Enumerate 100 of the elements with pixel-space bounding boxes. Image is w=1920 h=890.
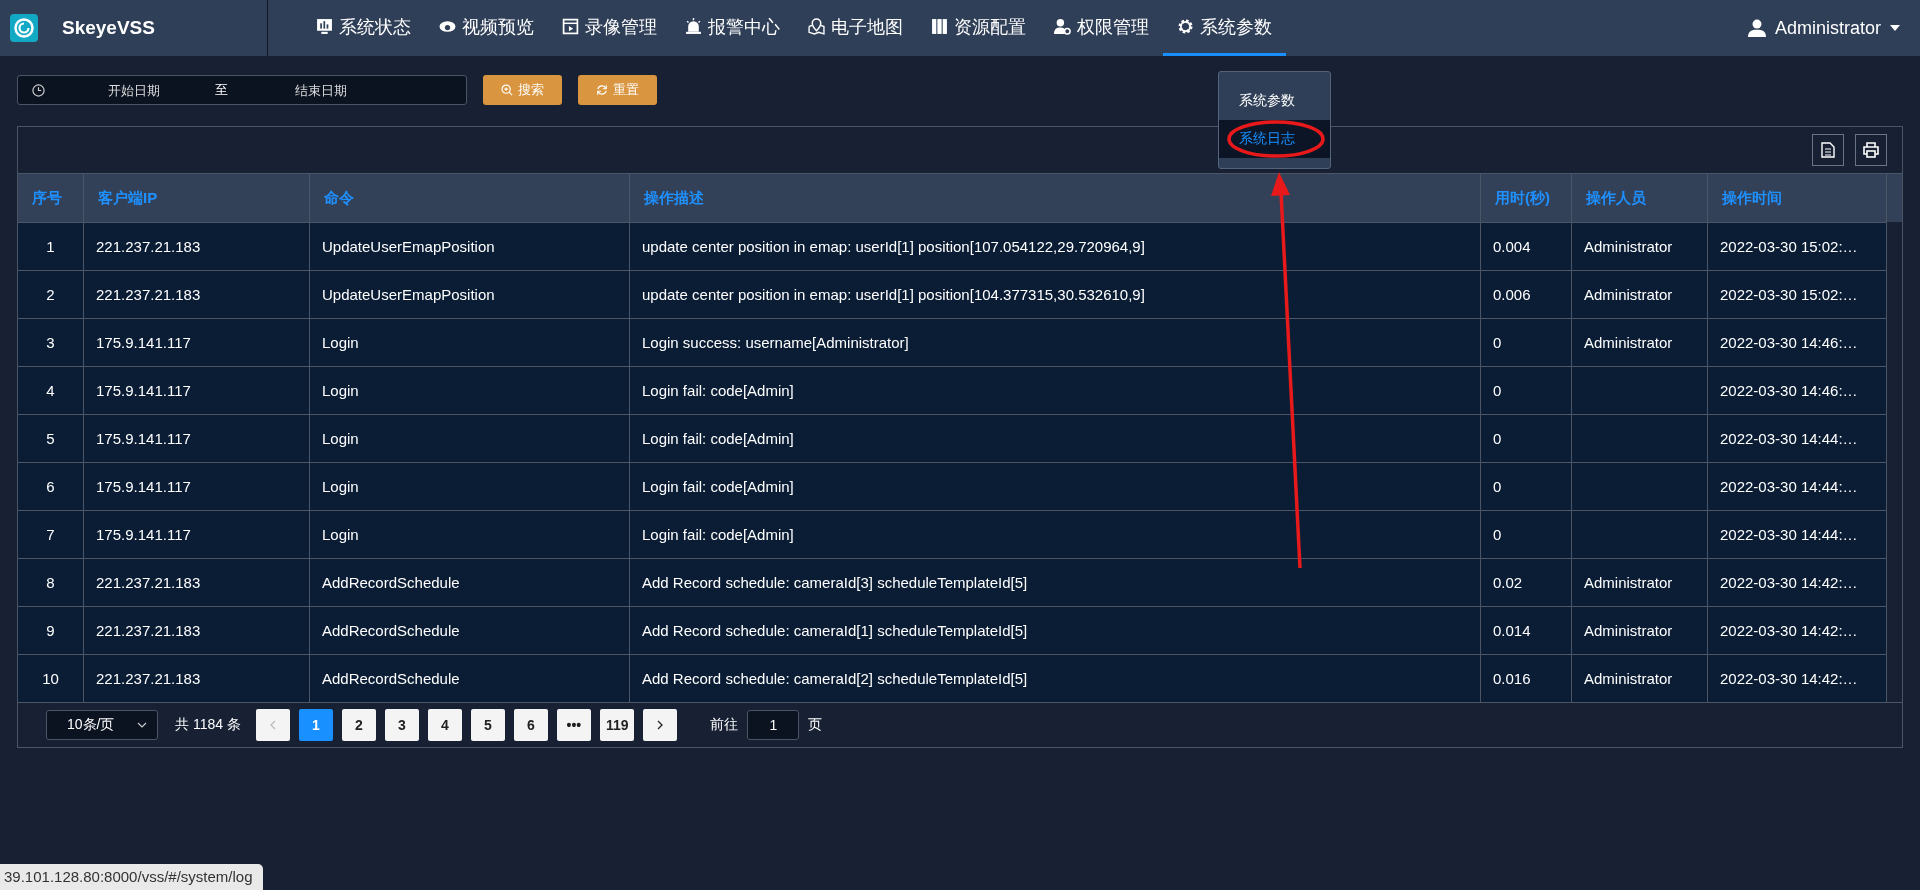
table-cell: 221.237.21.183 <box>96 238 201 255</box>
end-date-input[interactable]: 结束日期 <box>244 81 398 99</box>
page-button[interactable]: 2 <box>341 709 376 741</box>
page-button[interactable]: 6 <box>513 709 548 741</box>
table-cell: 0.006 <box>1493 286 1531 303</box>
table-cell: 5 <box>46 430 55 447</box>
page-size-select[interactable]: 10条/页 <box>46 710 158 740</box>
table-cell: Administrator <box>1584 574 1673 591</box>
nav-tab[interactable]: 系统参数 <box>1163 0 1286 56</box>
monitor-icon <box>316 18 333 35</box>
table-cell: Login <box>322 478 359 495</box>
table-cell: 3 <box>46 334 55 351</box>
table-cell: 175.9.141.117 <box>96 382 191 399</box>
table-cell: Add Record schedule: cameraId[2] scheduleTemplateId[5] <box>642 670 1028 687</box>
search-icon <box>501 84 513 96</box>
table-cell: 2022-03-30 14:44:… <box>1720 526 1858 543</box>
user-menu[interactable]: Administrator <box>1747 0 1920 56</box>
chevron-right-icon <box>657 720 664 730</box>
film-icon <box>562 18 579 35</box>
nav-tab[interactable]: 电子地图 <box>794 0 917 56</box>
table-cell: Administrator <box>1584 670 1673 687</box>
table-cell: 0 <box>1493 478 1502 495</box>
next-page-button[interactable] <box>643 709 678 741</box>
table-cell: 175.9.141.117 <box>96 526 191 543</box>
table-cell: 4 <box>46 382 55 399</box>
table-cell: Login fail: code[Admin] <box>642 526 794 543</box>
table-cell: 2022-03-30 15:02:… <box>1720 238 1858 255</box>
table-cell: UpdateUserEmapPosition <box>322 238 495 255</box>
page-button[interactable]: ••• <box>556 709 591 741</box>
table-cell: 221.237.21.183 <box>96 670 201 687</box>
page-button[interactable]: 4 <box>427 709 462 741</box>
chevron-left-icon <box>269 720 276 730</box>
table-cell: 0.014 <box>1493 622 1531 639</box>
total-count: 共 1184 条 <box>175 716 241 734</box>
page-button[interactable]: 5 <box>470 709 505 741</box>
table-cell: 221.237.21.183 <box>96 286 201 303</box>
table-cell: UpdateUserEmapPosition <box>322 286 495 303</box>
table-cell: 2022-03-30 15:02:… <box>1720 286 1858 303</box>
goto-label: 前往 <box>710 716 739 734</box>
caret-icon <box>1890 25 1900 31</box>
table-cell: 175.9.141.117 <box>96 334 191 351</box>
goto-suffix: 页 <box>808 716 823 734</box>
user-icon <box>1747 19 1766 37</box>
table-cell: Login <box>322 334 359 351</box>
range-separator: 至 <box>215 81 228 99</box>
date-range-field[interactable]: 开始日期 至 结束日期 <box>17 75 467 105</box>
binder-icon <box>931 18 948 35</box>
dropdown-item[interactable]: 系统参数 <box>1219 82 1330 120</box>
table-cell: update center position in emap: userId[1] position[107.054122,29.720964,9] <box>642 238 1145 255</box>
app-name: SkeyeVSS <box>62 17 155 39</box>
table-cell: update center position in emap: userId[1] position[104.377315,30.532610,9] <box>642 286 1145 303</box>
table-cell: 2022-03-30 14:42:… <box>1720 574 1858 591</box>
logo-icon <box>10 14 38 42</box>
table-cell: Administrator <box>1584 238 1673 255</box>
table-cell: AddRecordSchedule <box>322 622 460 639</box>
table-cell: Administrator <box>1584 286 1673 303</box>
refresh-icon <box>596 84 608 96</box>
table-cell: 0 <box>1493 334 1502 351</box>
table-cell: 2022-03-30 14:44:… <box>1720 430 1858 447</box>
user-gear-icon <box>1054 18 1071 35</box>
goto-page-input[interactable]: 1 <box>747 710 800 740</box>
table-cell: 0.004 <box>1493 238 1531 255</box>
nav-tab[interactable]: 录像管理 <box>548 0 671 56</box>
printer-icon <box>1863 142 1879 158</box>
table-cell: 1 <box>46 238 55 255</box>
table-cell: 2022-03-30 14:42:… <box>1720 622 1858 639</box>
table-cell: Login fail: code[Admin] <box>642 430 794 447</box>
table-cell: Administrator <box>1584 622 1673 639</box>
table-cell: 0.016 <box>1493 670 1531 687</box>
table-cell: Add Record schedule: cameraId[1] scheduleTemplateId[5] <box>642 622 1028 639</box>
page-button[interactable]: 119 <box>599 709 635 741</box>
nav-tab[interactable]: 系统状态 <box>302 0 425 56</box>
table-cell: Login fail: code[Admin] <box>642 382 794 399</box>
table-cell: Login fail: code[Admin] <box>642 478 794 495</box>
start-date-input[interactable]: 开始日期 <box>57 81 211 99</box>
table-cell: Login <box>322 430 359 447</box>
table-cell: 0.02 <box>1493 574 1523 591</box>
map-pin-icon <box>808 18 825 35</box>
nav-tab[interactable]: 视频预览 <box>425 0 548 56</box>
export-button[interactable] <box>1812 134 1844 166</box>
table-cell: 7 <box>46 526 55 543</box>
chevron-down-icon <box>137 722 147 728</box>
table-cell: AddRecordSchedule <box>322 670 460 687</box>
table-cell: 2 <box>46 286 55 303</box>
table-cell: Administrator <box>1584 334 1673 351</box>
page-button[interactable]: 3 <box>384 709 419 741</box>
nav-tab[interactable]: 权限管理 <box>1040 0 1163 56</box>
nav-tab[interactable]: 报警中心 <box>671 0 794 56</box>
table-cell: Add Record schedule: cameraId[3] scheduleTemplateId[5] <box>642 574 1028 591</box>
print-button[interactable] <box>1855 134 1887 166</box>
table-cell: 6 <box>46 478 55 495</box>
table-cell: 10 <box>42 670 59 687</box>
status-url: 39.101.128.80:8000/vss/#/system/log <box>0 864 263 890</box>
nav-tab[interactable]: 资源配置 <box>917 0 1040 56</box>
settings-icon <box>1177 18 1194 35</box>
table-cell: 9 <box>46 622 55 639</box>
table-cell: Login <box>322 526 359 543</box>
table-cell: 221.237.21.183 <box>96 574 201 591</box>
table-cell: 2022-03-30 14:42:… <box>1720 670 1858 687</box>
alarm-light-icon <box>685 18 702 35</box>
